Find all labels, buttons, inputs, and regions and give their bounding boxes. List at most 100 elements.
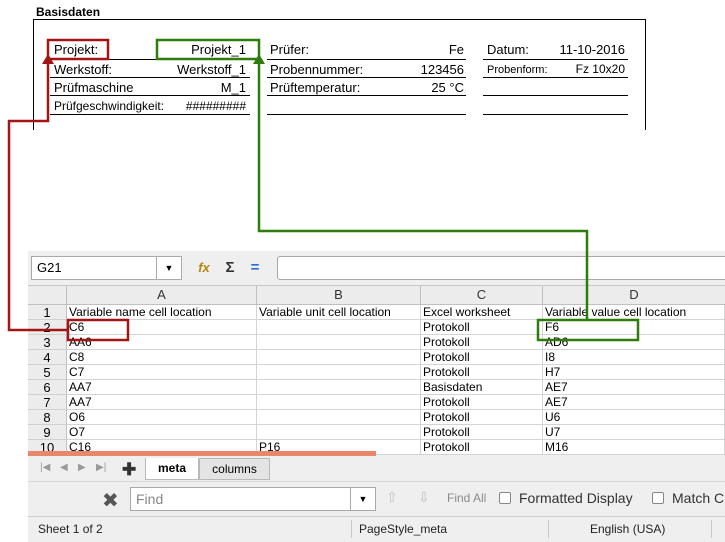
grid-cell[interactable]: U7 [543,425,725,440]
top-border [33,19,646,20]
formatted-display-checkbox[interactable] [499,492,511,504]
grid-cell[interactable] [257,425,421,440]
tab-columns[interactable]: columns [199,458,270,480]
grid-cell[interactable]: Excel worksheet [421,305,543,320]
pruefmaschine-value: M_1 [220,80,246,95]
prueftemperatur-label: Prüftemperatur: [270,80,361,95]
grid-cell[interactable]: C6 [67,320,257,335]
grid-cell[interactable]: F6 [543,320,725,335]
grid-cell[interactable]: O6 [67,410,257,425]
grid-cell[interactable]: AD6 [543,335,725,350]
find-next-icon[interactable]: ⇩ [418,489,430,506]
column-header-c[interactable]: C [421,286,543,304]
grid-cell[interactable]: Variable name cell location [67,305,257,320]
tab-meta[interactable]: meta [145,458,199,480]
grid-cell[interactable]: I8 [543,350,725,365]
corner-cell[interactable] [28,286,67,304]
underline [267,95,466,96]
next-sheet-icon[interactable]: ▶ [78,462,86,473]
underline [267,114,466,115]
column-header-d[interactable]: D [543,286,725,304]
equals-icon[interactable]: = [246,259,264,277]
grid-cell[interactable]: O7 [67,425,257,440]
grid-cell[interactable]: H7 [543,365,725,380]
find-all-button[interactable]: Find All [447,491,486,505]
grid-cell[interactable]: Protokoll [421,410,543,425]
grid-cell[interactable]: C7 [67,365,257,380]
row-header[interactable]: 9 [28,425,67,440]
werkstoff-label: Werkstoff: [54,62,113,77]
chevron-down-icon[interactable]: ▼ [156,256,182,280]
first-sheet-icon[interactable]: |◀ [40,462,50,473]
find-input[interactable]: Find [130,487,350,511]
function-wizard-icon[interactable]: fx [195,259,213,277]
underline [50,59,250,60]
divider [711,520,712,538]
last-sheet-icon[interactable]: ▶| [96,462,106,473]
grid-cell[interactable]: Protokoll [421,350,543,365]
grid-cell[interactable]: Protokoll [421,320,543,335]
underline [483,95,628,96]
datum-value: 11-10-2016 [559,42,625,57]
grid-cell[interactable]: U6 [543,410,725,425]
grid-cell[interactable]: Protokoll [421,365,543,380]
grid-cell[interactable]: Protokoll [421,425,543,440]
language[interactable]: English (USA) [590,522,665,536]
grid-cell[interactable]: AA6 [67,335,257,350]
grid-cell[interactable]: Variable value cell location [543,305,725,320]
row-header[interactable]: 2 [28,320,67,335]
find-previous-icon[interactable]: ⇧ [386,489,398,506]
row-header[interactable]: 5 [28,365,67,380]
grid-cell[interactable] [257,365,421,380]
row-header[interactable]: 8 [28,410,67,425]
projekt-value: Projekt_1 [191,42,246,57]
grid-cell[interactable]: M16 [543,440,725,455]
grid-cell[interactable]: AE7 [543,380,725,395]
column-headers: A B C D [28,286,725,305]
grid-cell[interactable]: Variable unit cell location [257,305,421,320]
spreadsheet-grid[interactable]: A B C D 1 Variable name cell location Vari… [28,285,725,455]
page-style[interactable]: PageStyle_meta [359,522,447,536]
pruefmaschine-label: Prüfmaschine [54,80,134,95]
row-header[interactable]: 1 [28,305,67,320]
formula-bar: G21 ▼ fx Σ = [28,251,725,285]
pruefgeschwindigkeit-label: Prüfgeschwindigkeit: [54,99,165,113]
probennummer-label: Probennummer: [270,62,364,77]
underline [483,77,628,78]
prev-sheet-icon[interactable]: ◀ [60,462,68,473]
underline [50,77,250,78]
sigma-icon[interactable]: Σ [221,259,239,277]
probennummer-value: 123456 [420,62,464,77]
row-header[interactable]: 6 [28,380,67,395]
grid-cell[interactable]: Protokoll [421,335,543,350]
grid-cell[interactable]: AA7 [67,380,257,395]
grid-cell[interactable]: Protokoll [421,440,543,455]
grid-cell[interactable]: Basisdaten [421,380,543,395]
close-x-icon[interactable]: ✖ [102,488,119,513]
grid-cell[interactable] [257,380,421,395]
row-header[interactable]: 3 [28,335,67,350]
name-box[interactable]: G21 [31,256,156,280]
row-header[interactable]: 4 [28,350,67,365]
spreadsheet-window: G21 ▼ fx Σ = A B C D 1 Variable name cell… [28,251,725,542]
column-header-a[interactable]: A [67,286,257,304]
sheet-tab-bar: |◀ ◀ ▶ ▶| ✚ meta columns [28,457,725,481]
grid-cell[interactable]: Protokoll [421,395,543,410]
plus-icon[interactable]: ✚ [122,460,136,480]
formula-input[interactable] [277,256,725,280]
grid-cell[interactable] [257,335,421,350]
grid-cell[interactable] [257,395,421,410]
row-header[interactable]: 7 [28,395,67,410]
match-case-checkbox[interactable] [652,492,664,504]
chevron-down-icon[interactable]: ▼ [350,487,376,511]
column-header-b[interactable]: B [257,286,421,304]
sheet-info: Sheet 1 of 2 [38,522,103,536]
grid-cell[interactable]: AE7 [543,395,725,410]
scroll-indicator-bar [28,451,376,456]
grid-cell[interactable]: C8 [67,350,257,365]
grid-cell[interactable]: AA7 [67,395,257,410]
grid-cell[interactable] [257,350,421,365]
grid-cell[interactable] [257,320,421,335]
grid-cell[interactable] [257,410,421,425]
datum-label: Datum: [487,42,529,57]
